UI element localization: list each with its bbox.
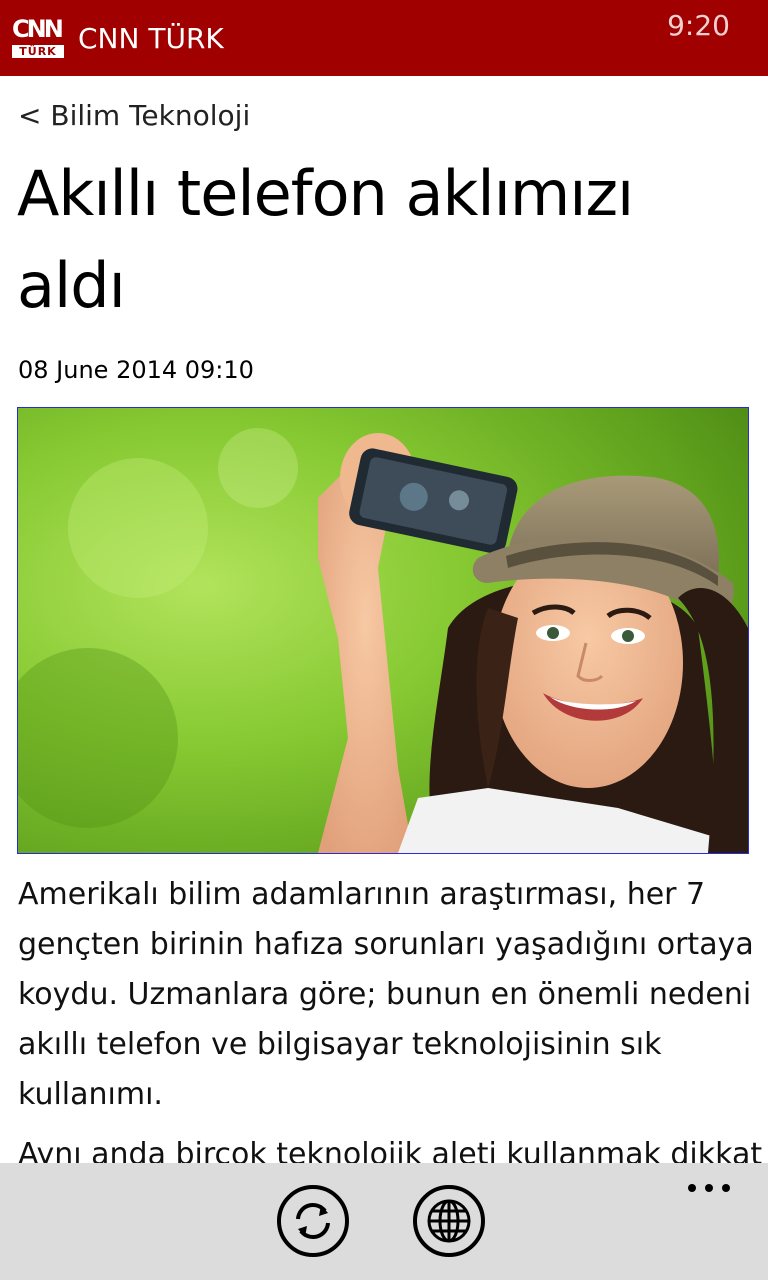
selfie-photo-illustration bbox=[18, 408, 748, 853]
globe-icon bbox=[427, 1199, 471, 1243]
article-paragraph: Amerikalı bilim adamlarının araştırması,… bbox=[18, 877, 754, 1112]
logo-turk-text: TÜRK bbox=[12, 45, 64, 58]
open-in-browser-button[interactable] bbox=[413, 1185, 485, 1257]
app-header: CNN TÜRK CNN TÜRK 9:20 bbox=[0, 0, 768, 76]
refresh-button[interactable] bbox=[277, 1185, 349, 1257]
ellipsis-icon bbox=[688, 1184, 696, 1192]
ellipsis-icon bbox=[722, 1184, 730, 1192]
article-date: 08 June 2014 09:10 bbox=[18, 356, 254, 384]
ellipsis-icon bbox=[705, 1184, 713, 1192]
logo-cnn-text: CNN bbox=[12, 15, 64, 43]
status-clock: 9:20 bbox=[667, 9, 730, 42]
article-title: Akıllı telefon aklımızı aldı bbox=[17, 157, 634, 322]
cnn-turk-logo: CNN TÜRK bbox=[12, 16, 65, 59]
refresh-icon bbox=[296, 1203, 330, 1239]
category-back-link[interactable]: < Bilim Teknoloji bbox=[18, 98, 250, 134]
app-title: CNN TÜRK bbox=[78, 22, 224, 55]
bottom-app-bar bbox=[0, 1163, 768, 1280]
more-options-button[interactable] bbox=[686, 1177, 732, 1197]
page: CNN TÜRK CNN TÜRK 9:20 < Bilim Teknoloji… bbox=[0, 0, 768, 1280]
article-image bbox=[17, 407, 749, 854]
